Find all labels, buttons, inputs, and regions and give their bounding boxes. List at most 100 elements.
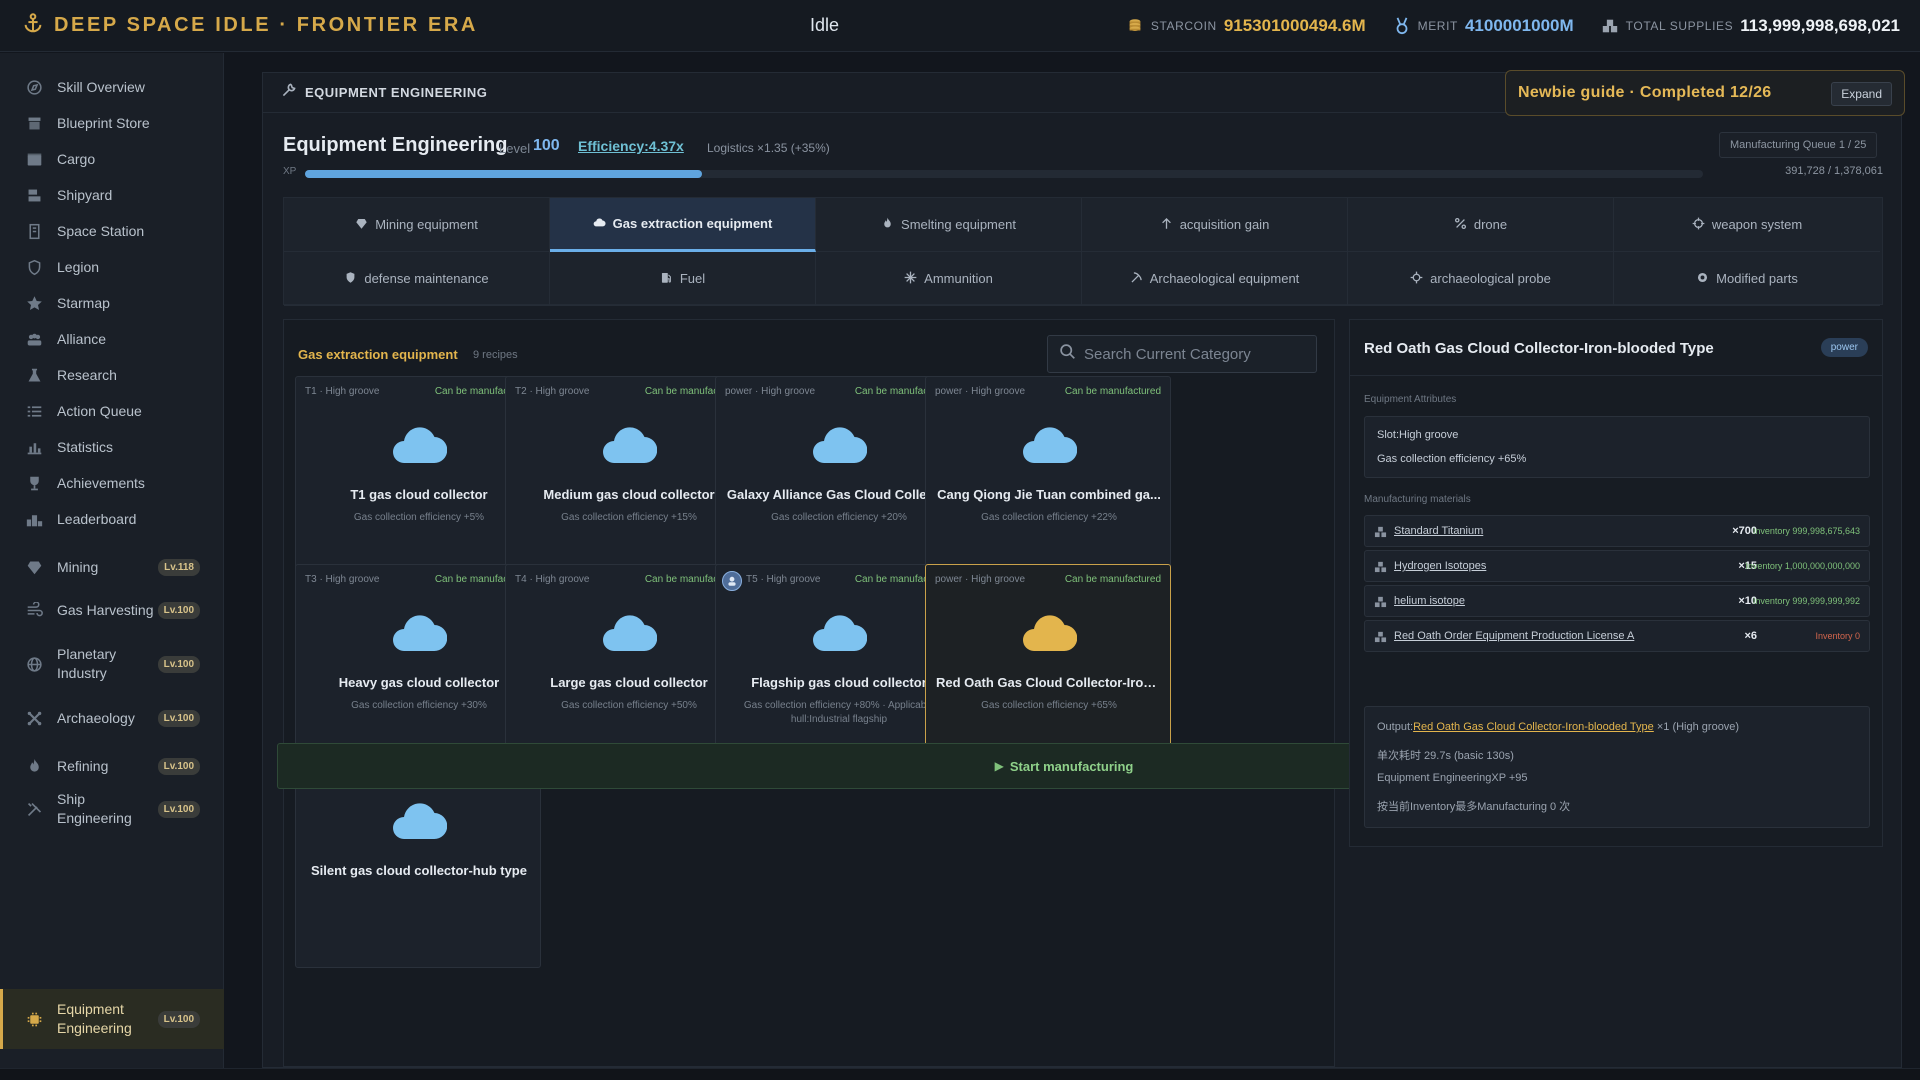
material-name[interactable]: Red Oath Order Equipment Production Lice… xyxy=(1394,630,1634,642)
recipe-description: Gas collection efficiency +15% xyxy=(561,512,697,523)
category-tabs: Mining equipment Gas extraction equipmen… xyxy=(283,197,1883,306)
tab-gas-extraction-equipment[interactable]: Gas extraction equipment xyxy=(550,198,816,252)
output-item-link[interactable]: Red Oath Gas Cloud Collector-Iron-bloode… xyxy=(1413,721,1654,733)
sidebar-item-refining[interactable]: Refining Lv.100 xyxy=(0,746,224,786)
sidebar-item-space-station[interactable]: Space Station xyxy=(0,211,224,251)
sidebar-item-alliance[interactable]: Alliance xyxy=(0,319,224,359)
sidebar-item-label: Mining xyxy=(57,558,99,575)
sidebar-item-legion[interactable]: Legion xyxy=(0,247,224,287)
sidebar-item-action-queue[interactable]: Action Queue xyxy=(0,391,224,431)
avatar-badge-icon xyxy=(722,571,742,591)
sidebar-item-label: Statistics xyxy=(57,438,114,455)
sidebar: Skill Overview Blueprint Store Cargo Shi… xyxy=(0,53,224,1068)
xp-progress-bar xyxy=(305,170,1703,178)
time-line: 单次耗时 29.7s (basic 130s) xyxy=(1377,750,1514,762)
expand-button[interactable]: Expand xyxy=(1831,82,1892,106)
search-input[interactable] xyxy=(1084,345,1304,363)
material-name[interactable]: Hydrogen Isotopes xyxy=(1394,560,1486,572)
chart-icon xyxy=(24,437,44,457)
material-icon xyxy=(1374,595,1387,608)
efficiency-link[interactable]: Efficiency:4.37x xyxy=(578,138,684,154)
sidebar-item-equipment-engineering[interactable]: Equipment Engineering Lv.100 xyxy=(0,989,224,1049)
sidebar-item-label: Blueprint Store xyxy=(57,114,150,131)
trophy-icon xyxy=(24,473,44,493)
output-info-box: Output:Red Oath Gas Cloud Collector-Iron… xyxy=(1364,706,1870,828)
fuel-icon xyxy=(660,271,680,287)
recipe-count: 9 recipes xyxy=(473,349,518,361)
tab-label: Mining equipment xyxy=(375,217,478,232)
recipe-tier: power · High groove xyxy=(725,386,816,397)
tab-acquisition-gain[interactable]: acquisition gain xyxy=(1082,198,1348,252)
recipe-name: Medium gas cloud collector xyxy=(543,487,715,502)
sidebar-item-research[interactable]: Research xyxy=(0,355,224,395)
cloud-icon xyxy=(391,609,448,657)
material-row[interactable]: helium isotope ×10 Inventory 999,999,999,9… xyxy=(1364,585,1870,617)
material-row[interactable]: Hydrogen Isotopes ×15 Inventory 1,000,000,… xyxy=(1364,550,1870,582)
material-name[interactable]: helium isotope xyxy=(1394,595,1465,607)
supplies-value: 113,999,998,698,021 xyxy=(1740,16,1900,35)
tab-archaeological-probe[interactable]: archaeological probe xyxy=(1348,252,1614,306)
recipe-tier: T2 · High groove xyxy=(515,386,590,397)
tab-label: defense maintenance xyxy=(364,271,489,286)
tab-ammunition[interactable]: Ammunition xyxy=(816,252,1082,306)
sidebar-item-label: Legion xyxy=(57,258,100,275)
sidebar-item-blueprint-store[interactable]: Blueprint Store xyxy=(0,103,224,143)
box-icon xyxy=(24,149,44,169)
sidebar-item-archaeology[interactable]: Archaeology Lv.100 xyxy=(0,698,224,738)
cloud-icon xyxy=(601,421,658,469)
sidebar-item-label: Planetary Industry xyxy=(57,646,117,681)
tab-smelting-equipment[interactable]: Smelting equipment xyxy=(816,198,1082,252)
cog-icon xyxy=(1696,271,1716,287)
sidebar-item-skill-overview[interactable]: Skill Overview xyxy=(0,67,224,107)
recipe-name: Heavy gas cloud collector xyxy=(338,675,500,690)
detail-tier-badge: power xyxy=(1820,338,1868,357)
sidebar-item-statistics[interactable]: Statistics xyxy=(0,427,224,467)
tab-defense-maintenance[interactable]: defense maintenance xyxy=(284,252,550,306)
tab-label: archaeological probe xyxy=(1430,271,1551,286)
recipe-name: T1 gas cloud collector xyxy=(350,487,488,502)
gem-icon xyxy=(24,557,44,577)
sidebar-item-starmap[interactable]: Starmap xyxy=(0,283,224,323)
manufacturing-queue[interactable]: Manufacturing Queue 1 / 25 xyxy=(1719,132,1878,158)
tab-drone[interactable]: drone xyxy=(1348,198,1614,252)
level-badge: Lv.100 xyxy=(157,1010,200,1028)
tab-fuel[interactable]: Fuel xyxy=(550,252,816,306)
sidebar-item-label: Starmap xyxy=(57,294,110,311)
tab-mining-equipment[interactable]: Mining equipment xyxy=(284,198,550,252)
globe-icon xyxy=(24,654,44,674)
recipe-description: Gas collection efficiency +50% xyxy=(561,700,697,711)
recipe-status: Can be manufactured xyxy=(1064,574,1161,585)
gas-icon xyxy=(24,600,44,620)
sidebar-item-leaderboard[interactable]: Leaderboard xyxy=(0,499,224,539)
recipe-list: Gas extraction equipment 9 recipes T1 · … xyxy=(283,319,1335,1067)
medal-icon xyxy=(1392,16,1412,36)
sidebar-item-achievements[interactable]: Achievements xyxy=(0,463,224,503)
guide-text: Newbie guide · Completed 12/26 xyxy=(1518,84,1772,101)
material-row[interactable]: Red Oath Order Equipment Production Lice… xyxy=(1364,620,1870,652)
sidebar-item-label: Alliance xyxy=(57,330,107,347)
sidebar-item-planetary-industry[interactable]: Planetary Industry Lv.100 xyxy=(0,639,224,689)
recipe-card[interactable]: power · High groove Can be manufactured Ca… xyxy=(925,376,1171,592)
main-panel: EQUIPMENT ENGINEERING Equipment Engineer… xyxy=(262,72,1902,1068)
level-badge: Lv.100 xyxy=(157,655,200,673)
arrow-up-icon xyxy=(1160,217,1180,233)
sidebar-item-mining[interactable]: Mining Lv.118 xyxy=(0,547,224,587)
burst-icon xyxy=(904,271,924,287)
sidebar-item-shipyard[interactable]: Shipyard xyxy=(0,175,224,215)
sidebar-item-ship-engineering[interactable]: Ship Engineering Lv.100 xyxy=(0,784,224,834)
tools-icon xyxy=(24,799,44,819)
recipe-detail-panel: Red Oath Gas Cloud Collector-Iron-bloode… xyxy=(1349,319,1883,847)
cloud-icon xyxy=(391,797,448,845)
station-icon xyxy=(24,221,44,241)
material-name[interactable]: Standard Titanium xyxy=(1394,525,1483,537)
sidebar-item-gas-harvesting[interactable]: Gas Harvesting Lv.100 xyxy=(0,585,224,635)
material-row[interactable]: Standard Titanium ×700 Inventory 999,998,6… xyxy=(1364,515,1870,547)
sidebar-item-label: Action Queue xyxy=(57,402,142,419)
cloud-icon xyxy=(811,421,868,469)
sidebar-item-cargo[interactable]: Cargo xyxy=(0,139,224,179)
tab-archaeological-equipment[interactable]: Archaeological equipment xyxy=(1082,252,1348,306)
brand: DEEP SPACE IDLE · FRONTIER ERA xyxy=(22,12,478,39)
tab-modified-parts[interactable]: Modified parts xyxy=(1614,252,1880,306)
starcoin-value: 915301000494.6M xyxy=(1223,16,1366,35)
tab-weapon-system[interactable]: weapon system xyxy=(1614,198,1880,252)
